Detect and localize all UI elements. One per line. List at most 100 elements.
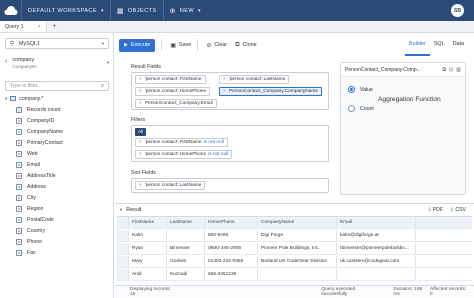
close-icon[interactable]: ×	[139, 152, 142, 157]
filter-chip[interactable]: ×'person contact'.HomePhone is not null	[135, 150, 233, 159]
table-row[interactable]: Mary Godwin 01403-222-0365 Borland UK Co…	[117, 256, 472, 268]
clone-button[interactable]: ⧉ Clone	[235, 42, 256, 49]
objects-menu[interactable]: ▦ OBJECTS	[111, 0, 163, 21]
result-field-chip[interactable]: ×'person contact'.FirstName	[135, 75, 206, 84]
sort-fields-box[interactable]: ×'person contact'.LastName	[131, 178, 329, 193]
table-cell[interactable]: Bimesser	[167, 243, 205, 254]
table-selector[interactable]: ‹ company CompanyID ▾	[5, 57, 109, 74]
tab-label: Query 1	[5, 23, 24, 30]
radio-value[interactable]: Value	[348, 86, 373, 93]
result-field-chip[interactable]: × PersonContact_Company.Email	[135, 99, 217, 108]
close-icon[interactable]: ×	[139, 77, 142, 82]
table-cell[interactable]: rbimesser@pioneerpolebuildin...	[337, 243, 416, 254]
column-header[interactable]: Email	[337, 217, 416, 228]
new-menu[interactable]: ⊕ NEW ▾	[164, 0, 207, 21]
tab-query-1[interactable]: Query 1 ×	[0, 21, 47, 32]
field-type-icon: a	[16, 216, 22, 223]
avatar[interactable]: SB	[451, 4, 464, 17]
back-arrow-icon[interactable]: ‹	[5, 57, 7, 66]
save-button[interactable]: ▣ Save	[170, 42, 191, 49]
table-cell[interactable]: Andi	[129, 269, 167, 280]
list-item[interactable]: a City	[16, 192, 111, 203]
clear-button[interactable]: ⊘ Clear	[206, 42, 227, 49]
table-cell[interactable]: Digi Forge	[258, 230, 337, 241]
table-cell[interactable]: 800-9496	[205, 230, 258, 241]
export-pdf-button[interactable]: ⤓ PDF	[428, 206, 443, 213]
column-header[interactable]: HomePhone	[205, 217, 258, 228]
table-cell[interactable]: Mary	[129, 256, 167, 267]
radio-count[interactable]: Count	[348, 105, 374, 112]
table-cell[interactable]: Godwin	[167, 256, 205, 267]
list-item[interactable]: a Region	[16, 203, 111, 214]
execute-button[interactable]: ▶ Execute	[119, 38, 156, 52]
table-cell[interactable]	[167, 230, 205, 241]
close-icon[interactable]: ×	[139, 183, 142, 188]
connection-selector[interactable]: ⚲ MySQL1 ▾	[5, 38, 109, 49]
list-item[interactable]: a Email	[16, 159, 111, 170]
result-field-chip[interactable]: ×'person contact'.HomePhone	[135, 87, 211, 96]
result-field-chip[interactable]: ×'person contact'.LastName	[219, 75, 290, 84]
list-item[interactable]: a PrimaryContact	[16, 137, 111, 148]
add-tab-button[interactable]: +	[47, 21, 63, 32]
list-item[interactable]: Σ Records count	[16, 104, 111, 115]
list-item[interactable]: a Country	[16, 225, 111, 236]
chevron-down-icon[interactable]: ▾	[5, 96, 7, 102]
list-item[interactable]: a Address	[16, 181, 111, 192]
list-item[interactable]: a CompanyName	[16, 126, 111, 137]
copy-icon[interactable]: ⧉	[442, 67, 446, 73]
filter-chip[interactable]: ×'person contact'.FirstName is not null	[135, 138, 228, 147]
table-row[interactable]: Andi Kuznadi 566-3451239	[117, 269, 472, 281]
result-fields-box[interactable]: ×'person contact'.FirstName ×'person con…	[131, 72, 329, 110]
lock-icon[interactable]: ⊡	[449, 67, 453, 73]
list-item[interactable]: a AddressTitle	[16, 170, 111, 181]
table-cell[interactable]: Ryan	[129, 243, 167, 254]
close-icon[interactable]: ×	[223, 89, 226, 94]
field-properties-panel: PersonContact_Company.Comp... ⧉ ⊡ ▥ Valu…	[340, 62, 466, 195]
column-header[interactable]: CompanyName	[258, 217, 337, 228]
table-row[interactable]: Kalm 800-9496 Digi Forge kalm@digiforge.…	[117, 230, 472, 242]
tree-root-company[interactable]: ▾ company.*	[5, 94, 43, 103]
table-cell[interactable]: (868)-345-2905	[205, 243, 258, 254]
radio-button[interactable]	[348, 105, 355, 112]
tab-sql[interactable]: SQL	[430, 34, 449, 56]
filter-group-all[interactable]: All	[135, 128, 147, 136]
table-cell[interactable]: Pioneer Pole Buildings, Inc.	[258, 243, 337, 254]
table-cell[interactable]: uk.custserv@codegear.com	[337, 256, 416, 267]
table-row[interactable]: Ryan Bimesser (868)-345-2905 Pioneer Pol…	[117, 243, 472, 255]
sort-field-chip[interactable]: ×'person contact'.LastName	[135, 181, 206, 190]
table-cell[interactable]: Kuznadi	[167, 269, 205, 280]
filters-box[interactable]: All ×'person contact'.FirstName is not nu…	[131, 125, 329, 162]
column-header[interactable]: FirstName	[129, 217, 167, 228]
table-cell[interactable]	[258, 269, 337, 280]
radio-button[interactable]	[348, 86, 355, 93]
tab-builder[interactable]: Builder	[405, 34, 430, 56]
table-cell[interactable]: 01403-222-0365	[205, 256, 258, 267]
close-icon[interactable]: ×	[223, 77, 226, 82]
result-field-chip-selected[interactable]: × PersonContact_Company.CompanyName	[219, 87, 323, 96]
list-item[interactable]: a PostalCode	[16, 214, 111, 225]
field-label: CompanyName	[27, 128, 64, 135]
close-icon[interactable]: ×	[37, 24, 40, 30]
table-cell[interactable]: 566-3451239	[205, 269, 258, 280]
list-item[interactable]: a Phone	[16, 236, 111, 247]
list-item[interactable]: a Web	[16, 148, 111, 159]
cloud-logo-icon[interactable]	[0, 0, 21, 21]
chevron-down-icon[interactable]: ▾	[120, 207, 122, 213]
clone-label: Clone	[242, 42, 257, 48]
workspace-selector[interactable]: DEFAULT WORKSPACE ▾	[22, 0, 110, 21]
table-cell[interactable]	[337, 269, 416, 280]
field-search-input[interactable]: Type to filter... ⌕	[5, 81, 109, 91]
close-icon[interactable]: ×	[139, 140, 142, 145]
list-item[interactable]: a CompanyID	[16, 115, 111, 126]
table-cell[interactable]: kalm@digiforge.at	[337, 230, 416, 241]
list-item[interactable]: a Fax	[16, 247, 111, 258]
export-csv-button[interactable]: ⤓ CSV	[451, 206, 466, 213]
tab-data[interactable]: Data	[449, 34, 468, 56]
close-icon[interactable]: ×	[139, 101, 142, 106]
trash-icon[interactable]: ▥	[456, 67, 461, 73]
grid-icon: ▦	[116, 7, 124, 15]
column-header[interactable]: LastName	[167, 217, 205, 228]
table-cell[interactable]: Borland UK CodeGear Division	[258, 256, 337, 267]
close-icon[interactable]: ×	[139, 89, 142, 94]
table-cell[interactable]: Kalm	[129, 230, 167, 241]
